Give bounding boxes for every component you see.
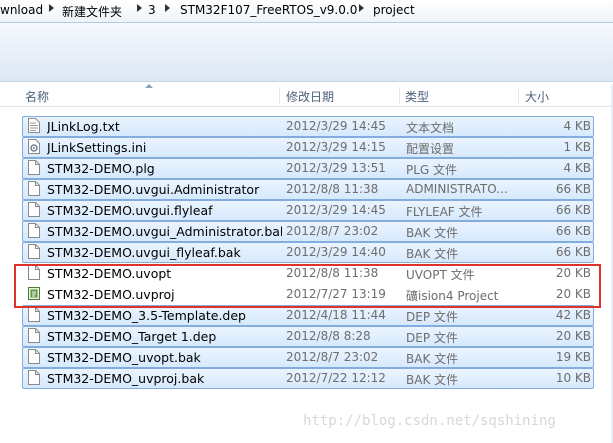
file-size: 19 KB bbox=[555, 350, 591, 364]
breadcrumb-segment-3[interactable]: 3 bbox=[148, 3, 156, 17]
file-name: STM32-DEMO_3.5-Template.dep bbox=[47, 308, 246, 323]
file-type: ADMINISTRATO... bbox=[406, 182, 508, 196]
file-row[interactable]: STM32-DEMO_3.5-Template.dep 2012/4/18 11:… bbox=[22, 305, 595, 326]
file-date: 2012/4/18 11:44 bbox=[286, 308, 386, 322]
file-date: 2012/3/29 14:45 bbox=[286, 119, 386, 133]
toolbar bbox=[0, 23, 613, 82]
file-row[interactable]: STM32-DEMO_uvproj.bak 2012/7/22 12:12 BAK … bbox=[22, 368, 595, 389]
file-name: JLinkSettings.ini bbox=[47, 140, 147, 155]
file-date: 2012/3/29 13:51 bbox=[286, 161, 386, 175]
column-header-name[interactable]: 名称 bbox=[25, 88, 49, 105]
file-row[interactable]: JLinkSettings.ini 2012/3/29 14:15 配置设置 1 KB bbox=[22, 137, 595, 158]
file-size: 66 KB bbox=[555, 224, 591, 238]
file-type: 配置设置 bbox=[406, 142, 455, 156]
file-row[interactable]: STM32-DEMO.uvgui.flyleaf 2012/3/29 14:45 F… bbox=[22, 200, 595, 221]
file-name: STM32-DEMO_Target 1.dep bbox=[47, 329, 217, 344]
file-size: 4 KB bbox=[563, 119, 591, 133]
file-date: 2012/8/7 23:02 bbox=[286, 350, 379, 364]
file-date: 2012/3/29 14:15 bbox=[286, 140, 386, 154]
file-type: PLG 文件 bbox=[406, 163, 458, 177]
file-type: 文本文档 bbox=[406, 121, 455, 135]
column-divider[interactable] bbox=[279, 87, 280, 104]
breadcrumb-segment-new-folder[interactable]: 新建文件夹 bbox=[62, 3, 122, 20]
highlight-box bbox=[14, 264, 601, 308]
file-name: STM32-DEMO.uvgui.Administrator bbox=[47, 182, 260, 197]
file-size: 66 KB bbox=[555, 182, 591, 196]
address-bar[interactable]: wnload 新建文件夹 3 STM32F107_FreeRTOS_v9.0.0… bbox=[0, 0, 613, 23]
watermark: http://blog.csdn.net/sqshining bbox=[303, 413, 556, 429]
file-date: 2012/3/29 14:40 bbox=[286, 245, 386, 259]
file-type: BAK 文件 bbox=[406, 247, 459, 261]
file-name: STM32-DEMO.uvgui.flyleaf bbox=[47, 203, 213, 218]
file-date: 2012/7/22 12:12 bbox=[286, 371, 386, 385]
file-name: JLinkLog.txt bbox=[47, 119, 120, 134]
breadcrumb-segment-downloads[interactable]: wnload bbox=[0, 3, 43, 17]
file-row[interactable]: STM32-DEMO.uvgui_flyleaf.bak 2012/3/29 14… bbox=[22, 242, 595, 263]
file-row[interactable]: STM32-DEMO_uvopt.bak 2012/8/7 23:02 BAK 文件… bbox=[22, 347, 595, 368]
file-name: STM32-DEMO.uvgui_flyleaf.bak bbox=[47, 245, 241, 260]
file-date: 2012/3/29 14:45 bbox=[286, 203, 386, 217]
breadcrumb-arrow-icon[interactable] bbox=[165, 4, 170, 12]
file-date: 2012/8/7 23:02 bbox=[286, 224, 379, 238]
file-name: STM32-DEMO_uvopt.bak bbox=[47, 350, 201, 365]
file-type: DEP 文件 bbox=[406, 310, 458, 324]
column-header-row: 名称 修改日期 类型 大小 bbox=[0, 84, 613, 107]
file-size: 4 KB bbox=[563, 161, 591, 175]
file-date: 2012/8/8 8:28 bbox=[286, 329, 371, 343]
column-divider[interactable] bbox=[399, 87, 400, 104]
file-type: BAK 文件 bbox=[406, 373, 459, 387]
file-row[interactable]: STM32-DEMO.uvgui_Administrator.bak 2012/8… bbox=[22, 221, 595, 242]
breadcrumb-segment-freertos[interactable]: STM32F107_FreeRTOS_v9.0.0 bbox=[180, 3, 357, 17]
breadcrumb-arrow-icon[interactable] bbox=[359, 4, 364, 12]
sort-ascending-icon bbox=[145, 84, 153, 88]
column-header-size[interactable]: 大小 bbox=[525, 88, 549, 105]
column-header-type[interactable]: 类型 bbox=[405, 88, 429, 105]
file-size: 42 KB bbox=[555, 308, 591, 322]
file-type: DEP 文件 bbox=[406, 331, 458, 345]
file-type: BAK 文件 bbox=[406, 226, 459, 240]
file-name: STM32-DEMO_uvproj.bak bbox=[47, 371, 205, 386]
file-row[interactable]: STM32-DEMO_Target 1.dep 2012/8/8 8:28 DEP … bbox=[22, 326, 595, 347]
column-header-date[interactable]: 修改日期 bbox=[286, 88, 334, 105]
file-name: STM32-DEMO.uvgui_Administrator.bak bbox=[47, 224, 282, 239]
file-row[interactable]: JLinkLog.txt 2012/3/29 14:45 文本文档 4 KB bbox=[22, 116, 595, 137]
breadcrumb-segment-project[interactable]: project bbox=[373, 3, 415, 17]
file-name: STM32-DEMO.plg bbox=[47, 161, 155, 176]
file-row[interactable]: STM32-DEMO.uvgui.Administrator 2012/8/8 1… bbox=[22, 179, 595, 200]
file-size: 1 KB bbox=[563, 140, 591, 154]
breadcrumb-arrow-icon[interactable] bbox=[49, 4, 54, 12]
file-size: 66 KB bbox=[555, 245, 591, 259]
file-type: BAK 文件 bbox=[406, 352, 459, 366]
file-date: 2012/8/8 11:38 bbox=[286, 182, 379, 196]
column-divider[interactable] bbox=[518, 87, 519, 104]
file-type: FLYLEAF 文件 bbox=[406, 205, 483, 219]
file-size: 10 KB bbox=[555, 371, 591, 385]
file-size: 20 KB bbox=[555, 329, 591, 343]
breadcrumb-arrow-icon[interactable] bbox=[137, 4, 142, 12]
file-row[interactable]: STM32-DEMO.plg 2012/3/29 13:51 PLG 文件 4 KB bbox=[22, 158, 595, 179]
file-size: 66 KB bbox=[555, 203, 591, 217]
